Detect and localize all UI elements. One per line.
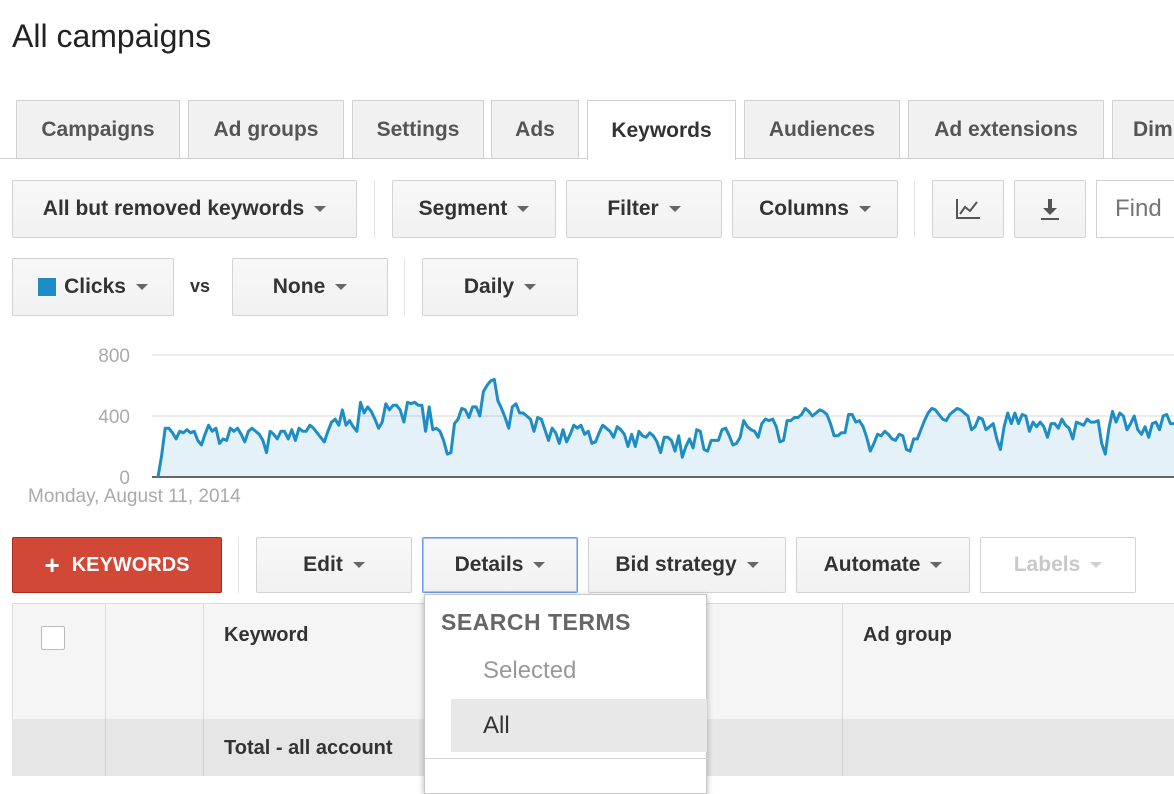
tab-ad-extensions[interactable]: Ad extensions bbox=[908, 100, 1104, 158]
keyword-column-header: Keyword bbox=[224, 624, 309, 646]
edit-dropdown[interactable]: Edit bbox=[256, 537, 412, 593]
header-checkbox-cell bbox=[12, 603, 106, 719]
menu-item-all-label: All bbox=[483, 711, 510, 739]
details-dropdown[interactable]: Details bbox=[422, 537, 578, 593]
details-menu: SEARCH TERMS Selected All bbox=[424, 594, 708, 794]
columns-label: Columns bbox=[759, 197, 849, 220]
status-filter-label: All but removed keywords bbox=[42, 197, 305, 220]
chart-date-label: Monday, August 11, 2014 bbox=[28, 486, 241, 507]
header-status-cell bbox=[106, 603, 247, 719]
chevron-down-icon bbox=[335, 284, 348, 290]
active-tab-gap bbox=[588, 157, 735, 160]
columns-dropdown[interactable]: Columns bbox=[732, 180, 898, 238]
toolbar-separator bbox=[914, 180, 915, 238]
download-icon bbox=[1041, 199, 1059, 220]
find-input[interactable] bbox=[1096, 180, 1174, 238]
toolbar-separator bbox=[374, 180, 375, 238]
toolbar-separator bbox=[238, 537, 239, 593]
metric1-label: Clicks bbox=[64, 275, 126, 298]
labels-label: Labels bbox=[1013, 553, 1081, 576]
clicks-area bbox=[158, 379, 1174, 477]
metric2-label: None bbox=[272, 275, 326, 298]
labels-dropdown: Labels bbox=[980, 537, 1136, 593]
automate-label: Automate bbox=[823, 553, 921, 576]
tab-settings[interactable]: Settings bbox=[352, 100, 484, 158]
chevron-down-icon bbox=[668, 206, 681, 212]
chevron-down-icon bbox=[1090, 562, 1103, 568]
filter-label: Filter bbox=[607, 197, 659, 220]
menu-divider bbox=[425, 758, 708, 759]
header-ad-group-cell[interactable]: Ad group bbox=[843, 603, 1174, 719]
bid-strategy-label: Bid strategy bbox=[615, 553, 737, 576]
chevron-down-icon bbox=[746, 562, 759, 568]
details-label: Details bbox=[454, 553, 524, 576]
automate-dropdown[interactable]: Automate bbox=[796, 537, 970, 593]
tab-campaigns[interactable]: Campaigns bbox=[16, 100, 180, 158]
tab-dimensions[interactable]: Dim bbox=[1112, 100, 1174, 158]
line-graph-icon bbox=[956, 199, 980, 219]
menu-section-header: SEARCH TERMS bbox=[441, 609, 632, 635]
total-row-cell bbox=[843, 719, 1174, 776]
menu-item-search-terms-all[interactable]: All bbox=[451, 699, 707, 752]
chevron-down-icon bbox=[524, 284, 537, 290]
plus-icon: + bbox=[44, 550, 60, 580]
filter-dropdown[interactable]: Filter bbox=[566, 180, 722, 238]
total-row-cell bbox=[106, 719, 204, 776]
edit-label: Edit bbox=[303, 553, 343, 576]
add-keywords-label: KEYWORDS bbox=[71, 553, 190, 576]
chevron-down-icon bbox=[533, 562, 546, 568]
chevron-down-icon bbox=[314, 206, 327, 212]
total-row-cell bbox=[12, 719, 106, 776]
metric1-dropdown[interactable]: Clicks bbox=[12, 258, 174, 316]
chevron-down-icon bbox=[135, 284, 148, 290]
download-button[interactable] bbox=[1014, 180, 1086, 238]
y-tick-label: 400 bbox=[98, 407, 130, 428]
menu-item-search-terms-selected[interactable]: Selected bbox=[483, 657, 576, 685]
y-tick-label: 800 bbox=[98, 346, 130, 367]
add-keywords-button[interactable]: + KEYWORDS bbox=[12, 537, 222, 593]
tab-keywords[interactable]: Keywords bbox=[587, 100, 736, 160]
chevron-down-icon bbox=[858, 206, 871, 212]
bid-strategy-dropdown[interactable]: Bid strategy bbox=[588, 537, 786, 593]
tab-ads[interactable]: Ads bbox=[491, 100, 579, 158]
chevron-down-icon bbox=[517, 206, 530, 212]
status-filter-dropdown[interactable]: All but removed keywords bbox=[12, 180, 357, 238]
total-row-label: Total - all account bbox=[224, 737, 393, 759]
segment-label: Segment bbox=[418, 197, 508, 220]
tabs-bar: Campaigns Ad groups Settings Ads Keyword… bbox=[0, 100, 1174, 160]
chevron-down-icon bbox=[930, 562, 943, 568]
tab-audiences[interactable]: Audiences bbox=[744, 100, 900, 158]
tabs-divider bbox=[0, 158, 1174, 159]
page-title: All campaigns bbox=[12, 18, 212, 54]
tab-ad-groups[interactable]: Ad groups bbox=[188, 100, 344, 158]
interval-label: Daily bbox=[463, 275, 515, 298]
segment-dropdown[interactable]: Segment bbox=[392, 180, 556, 238]
chevron-down-icon bbox=[352, 562, 365, 568]
performance-chart: 800 400 0 bbox=[98, 346, 1174, 489]
vs-label: vs bbox=[190, 276, 211, 296]
metric1-color-swatch bbox=[38, 278, 57, 296]
ad-group-column-header: Ad group bbox=[863, 624, 952, 646]
toggle-graph-button[interactable] bbox=[932, 180, 1004, 238]
toolbar-separator bbox=[404, 258, 405, 316]
select-all-checkbox[interactable] bbox=[41, 626, 65, 650]
metric2-dropdown[interactable]: None bbox=[232, 258, 388, 316]
interval-dropdown[interactable]: Daily bbox=[422, 258, 578, 316]
